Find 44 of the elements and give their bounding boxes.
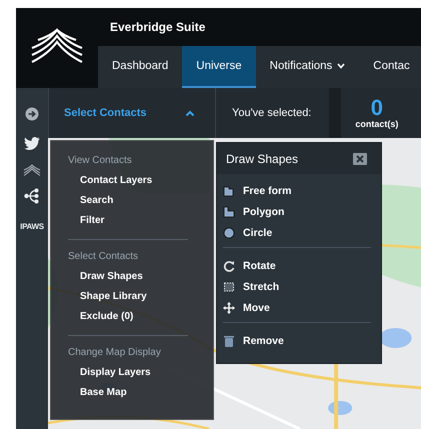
nav-tab[interactable]: Notifications bbox=[256, 46, 360, 88]
ipaws-link[interactable]: IPAWS bbox=[20, 222, 44, 231]
shape-tool-item[interactable]: Rotate bbox=[243, 260, 276, 272]
menu-item[interactable]: Base Map bbox=[80, 383, 188, 403]
close-icon[interactable] bbox=[353, 152, 367, 164]
count-unit: contact(s) bbox=[355, 119, 398, 129]
shape-tool-item[interactable]: Polygon bbox=[243, 206, 284, 218]
arrow-circle-icon[interactable] bbox=[25, 107, 39, 121]
menu-item[interactable]: Contact Layers bbox=[80, 171, 188, 191]
menu-item[interactable]: Display Layers bbox=[80, 363, 188, 383]
menu-item[interactable]: Search bbox=[80, 191, 188, 211]
menu-heading: Select Contacts bbox=[68, 250, 140, 264]
selected-count: 0 bbox=[370, 97, 383, 119]
chevron-down-icon bbox=[337, 63, 346, 69]
shape-tool-item[interactable]: Circle bbox=[243, 226, 272, 238]
nav-tab[interactable]: Contac bbox=[359, 46, 421, 88]
logo-icon[interactable] bbox=[23, 164, 41, 176]
rotate-icon[interactable] bbox=[223, 260, 235, 272]
toolbar-separator bbox=[329, 88, 342, 138]
chevron-up-icon[interactable] bbox=[185, 110, 195, 116]
menu-item[interactable]: Exclude (0) bbox=[80, 307, 188, 327]
menu-item[interactable]: Shape Library bbox=[80, 287, 188, 307]
nav-tab[interactable]: Universe bbox=[182, 46, 256, 88]
nav-tab[interactable]: Dashboard bbox=[98, 46, 182, 88]
menu-item[interactable]: Filter bbox=[80, 211, 188, 231]
app-title: Everbridge Suite bbox=[110, 20, 206, 34]
bird-icon[interactable] bbox=[24, 137, 40, 150]
shape-tool-item[interactable]: Free form bbox=[243, 184, 292, 196]
menu-item[interactable]: Draw Shapes bbox=[80, 267, 188, 287]
freeform-shape-icon[interactable] bbox=[223, 184, 235, 196]
circle-icon[interactable] bbox=[223, 226, 235, 238]
select-contacts-toggle[interactable]: Select Contacts bbox=[64, 107, 147, 119]
menu-heading: View Contacts bbox=[68, 154, 133, 168]
shape-tool-item[interactable]: Remove bbox=[243, 334, 284, 346]
polygon-icon[interactable] bbox=[223, 206, 235, 218]
shape-tool-item[interactable]: Move bbox=[243, 302, 270, 314]
panel-title: Draw Shapes bbox=[226, 152, 298, 166]
share-icon[interactable] bbox=[24, 188, 40, 204]
move-icon[interactable] bbox=[223, 302, 235, 314]
menu-heading: Change Map Display bbox=[68, 346, 162, 360]
stretch-icon[interactable] bbox=[223, 280, 235, 292]
selected-label: You've selected: bbox=[232, 107, 312, 119]
trash-icon[interactable] bbox=[223, 334, 235, 346]
shape-tool-item[interactable]: Stretch bbox=[243, 280, 280, 292]
